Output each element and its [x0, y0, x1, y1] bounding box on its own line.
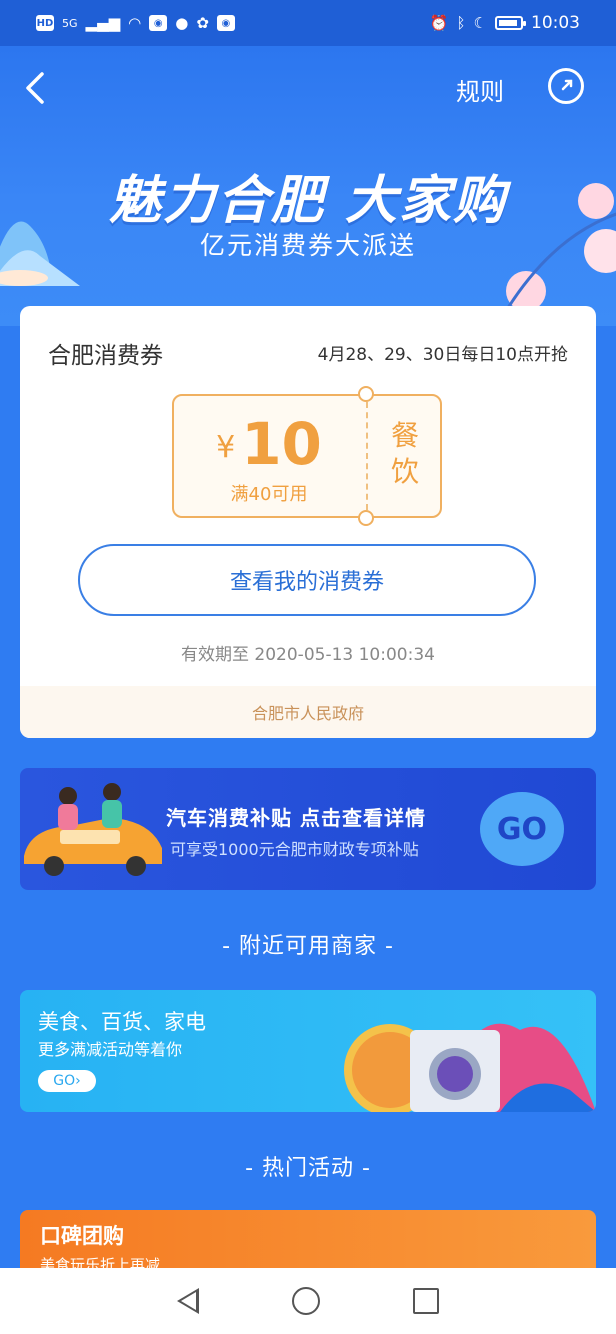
chevron-left-icon [26, 72, 44, 104]
validity-text: 有效期至 2020-05-13 10:00:34 [181, 645, 435, 665]
alarm-icon: ⏰ [429, 13, 449, 32]
rules-link[interactable]: 规则 [456, 72, 504, 107]
status-bar: HD 5G ▂▄▆ ◠ ◉ ● ✿ ◉ ⏰ ᛒ ☾ 10:03 [0, 0, 616, 46]
currency-symbol: ¥ [216, 430, 236, 465]
car-banner-subtitle: 可享受1000元合肥市财政专项补贴 [170, 840, 419, 859]
hero-subtitle: 亿元消费券大派送 [199, 231, 416, 260]
hero-banner: 规则 魅力合肥 大家购 亿元消费券大派送 [0, 46, 616, 326]
schedule-text: 4月28、29、30日每日10点开抢 [317, 345, 568, 365]
app-notification-icon-2: ◉ [216, 15, 235, 31]
status-right: ⏰ ᛒ ☾ 10:03 [430, 13, 580, 33]
coupon-category-line1: 餐 [390, 419, 419, 452]
car-go-button[interactable]: GO [480, 792, 564, 866]
share-icon [561, 79, 573, 91]
system-home-icon[interactable] [291, 1287, 320, 1315]
wifi-icon: ◠ [128, 13, 142, 32]
coupon-notch-bottom [358, 510, 374, 526]
system-back-icon[interactable] [176, 1288, 199, 1314]
issuer-footer: 合肥市人民政府 [20, 686, 596, 738]
shop-go-button[interactable]: GO› [38, 1070, 96, 1092]
car-subsidy-banner[interactable]: 汽车消费补贴 点击查看详情 可享受1000元合肥市财政专项补贴 GO [20, 768, 596, 890]
car-illustration [24, 783, 162, 876]
car-banner-title: 汽车消费补贴 点击查看详情 [166, 806, 426, 830]
system-navigation-bar [0, 1268, 616, 1334]
hero-title: 魅力合肥 大家购 [108, 171, 508, 231]
view-my-coupons-button[interactable]: 查看我的消费券 [78, 544, 536, 616]
hd-badge: HD [36, 15, 54, 31]
app-notification-icon: ◉ [149, 15, 168, 31]
coupon-category-line2: 饮 [390, 455, 419, 488]
hot-section-title: - 热门活动 - [245, 1156, 371, 1181]
back-button[interactable] [24, 70, 56, 110]
card-title: 合肥消费券 [48, 343, 163, 369]
moon-icon: ☾ [473, 13, 487, 32]
wechat-icon: ● [175, 13, 189, 32]
coupon-amount: ¥10 [174, 410, 364, 478]
status-left: HD 5G ▂▄▆ ◠ ◉ ● ✿ ◉ [36, 15, 235, 31]
nearby-section-title: - 附近可用商家 - [222, 934, 394, 959]
system-recents-icon[interactable] [413, 1288, 440, 1314]
network-label: 5G [62, 16, 78, 30]
app-logo-icon: ✿ [196, 13, 209, 32]
shop-banner-subtitle: 更多满减活动等着你 [38, 1040, 183, 1059]
share-button[interactable] [548, 68, 584, 104]
bluetooth-icon: ᛒ [456, 13, 466, 32]
signal-icon: ▂▄▆ [85, 13, 121, 32]
coupon-ticket[interactable]: ¥10 满40可用 餐 饮 [172, 386, 442, 526]
nearby-shops-banner[interactable]: 美食、百货、家电 更多满减活动等着你 GO› [20, 990, 596, 1112]
coupon-divider [366, 402, 368, 510]
battery-fill [499, 20, 517, 26]
coupon-condition: 满40可用 [230, 484, 308, 505]
group-banner-title: 口碑团购 [40, 1224, 124, 1248]
shop-illustration [344, 1023, 596, 1112]
battery-icon [495, 16, 526, 30]
status-time: 10:03 [531, 13, 580, 33]
shop-banner-title: 美食、百货、家电 [38, 1010, 206, 1034]
coupon-notch-top [358, 386, 374, 402]
coupon-card: 合肥消费券 4月28、29、30日每日10点开抢 ¥10 满40可用 餐 饮 查… [20, 306, 596, 738]
coupon-value: 10 [241, 410, 322, 478]
coupon-category: 餐 饮 [374, 418, 436, 490]
